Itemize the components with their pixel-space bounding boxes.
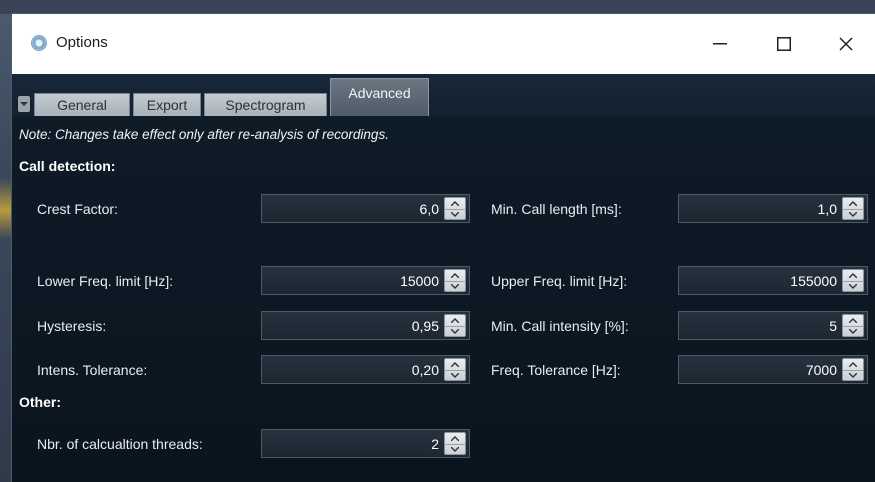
freq-tolerance-label: Freq. Tolerance [Hz]: [491,362,621,378]
hysteresis-field[interactable]: 0,95 [261,311,470,340]
call-detection-heading: Call detection: [19,158,116,174]
intens-tolerance-field[interactable]: 0,20 [261,355,470,384]
hysteresis-value[interactable]: 0,95 [412,318,439,334]
reanalysis-note: Note: Changes take effect only after re-… [19,127,389,142]
upper-freq-field[interactable]: 155000 [678,266,868,295]
intens-tolerance-spinner[interactable] [444,358,466,381]
hysteresis-label: Hysteresis: [37,318,107,334]
lower-freq-spinner[interactable] [444,269,466,292]
threads-label: Nbr. of calcualtion threads: [37,436,203,452]
intens-tolerance-label: Intens. Tolerance: [37,362,148,378]
tab-spectrogram[interactable]: Spectrogram [204,93,327,116]
chevron-down-icon[interactable] [445,370,465,381]
min-call-intensity-spinner[interactable] [842,314,864,337]
min-call-length-label: Min. Call length [ms]: [491,201,622,217]
desktop-background-strip [0,0,875,14]
options-gear-icon [31,35,47,51]
lower-freq-value[interactable]: 15000 [400,273,439,289]
options-window: Options General Export Spectrogram Advan… [12,14,875,482]
min-call-length-spinner[interactable] [842,197,864,220]
title-bar: Options [12,14,875,74]
lower-freq-label: Lower Freq. limit [Hz]: [37,273,174,289]
maximize-icon [777,37,791,51]
chevron-down-icon[interactable] [843,209,863,220]
chevron-down-icon[interactable] [445,326,465,337]
desktop-background-edge [0,14,12,482]
threads-field[interactable]: 2 [261,429,470,458]
tab-menu-icon[interactable] [18,96,30,112]
freq-tolerance-field[interactable]: 7000 [678,355,868,384]
upper-freq-spinner[interactable] [842,269,864,292]
crest-factor-value[interactable]: 6,0 [420,201,439,217]
maximize-button[interactable] [756,24,812,64]
close-button[interactable] [818,24,874,64]
crest-factor-label: Crest Factor: [37,201,118,217]
minimize-button[interactable] [692,24,748,64]
minimize-icon [713,43,727,45]
min-call-length-value[interactable]: 1,0 [818,201,837,217]
min-call-intensity-value[interactable]: 5 [829,318,837,334]
tab-advanced[interactable]: Advanced [330,78,429,116]
chevron-down-icon[interactable] [445,281,465,292]
crest-factor-field[interactable]: 6,0 [261,194,470,223]
threads-value[interactable]: 2 [431,436,439,452]
tab-strip: General Export Spectrogram Advanced [12,74,875,116]
hysteresis-spinner[interactable] [444,314,466,337]
upper-freq-label: Upper Freq. limit [Hz]: [491,273,628,289]
upper-freq-value[interactable]: 155000 [790,273,837,289]
intens-tolerance-value[interactable]: 0,20 [412,362,439,378]
chevron-down-icon[interactable] [843,370,863,381]
close-icon [839,37,853,51]
advanced-panel: Note: Changes take effect only after re-… [12,116,875,482]
min-call-intensity-label: Min. Call intensity [%]: [491,318,629,334]
threads-spinner[interactable] [444,432,466,455]
tab-general[interactable]: General [34,93,130,116]
tab-menu-chevron-icon [20,102,28,106]
chevron-down-icon[interactable] [843,281,863,292]
chevron-down-icon[interactable] [843,326,863,337]
min-call-intensity-field[interactable]: 5 [678,311,868,340]
chevron-down-icon[interactable] [445,209,465,220]
freq-tolerance-value[interactable]: 7000 [806,362,837,378]
other-heading: Other: [19,394,61,410]
lower-freq-field[interactable]: 15000 [261,266,470,295]
freq-tolerance-spinner[interactable] [842,358,864,381]
crest-factor-spinner[interactable] [444,197,466,220]
min-call-length-field[interactable]: 1,0 [678,194,868,223]
chevron-down-icon[interactable] [445,444,465,455]
tab-export[interactable]: Export [133,93,201,116]
window-title: Options [56,34,108,51]
